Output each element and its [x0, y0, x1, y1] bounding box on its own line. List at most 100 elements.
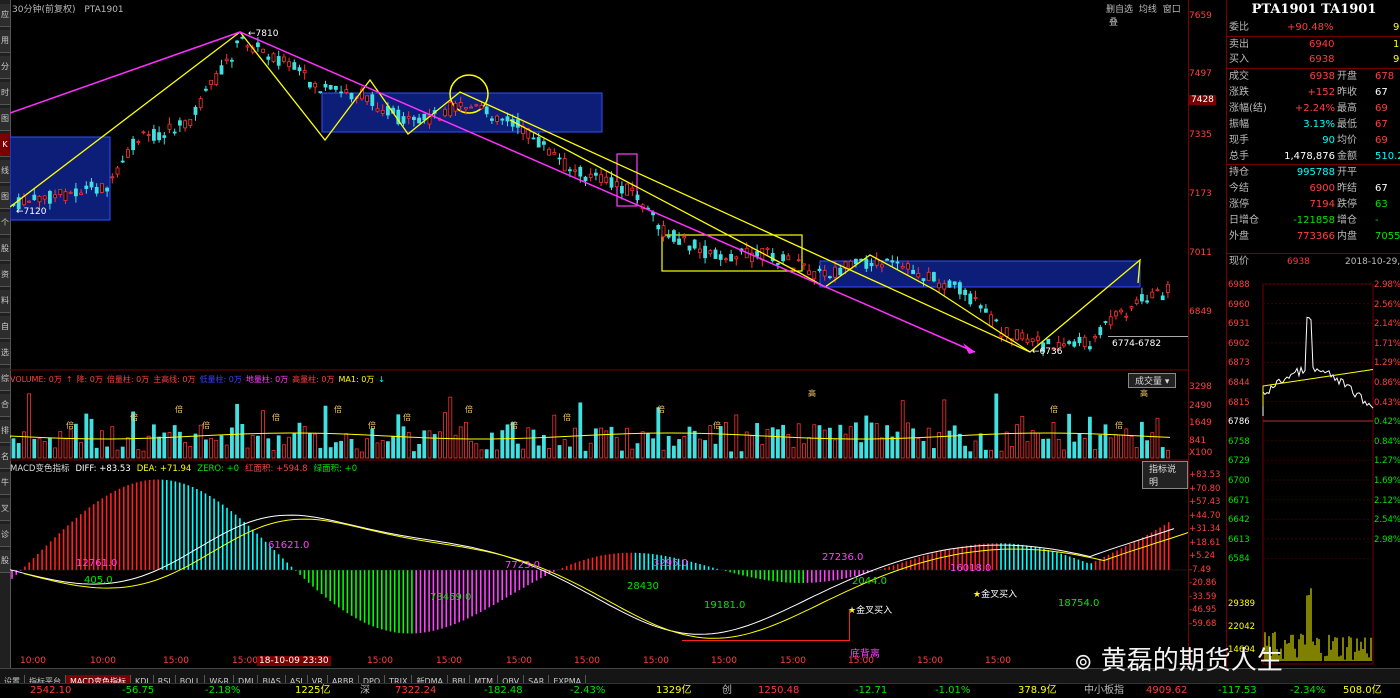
kline-svg[interactable] — [9, 0, 1189, 668]
macd-tick: -59.68 — [1189, 618, 1217, 629]
quote-value: 69 — [1375, 103, 1388, 114]
left-tab[interactable]: 个 — [0, 212, 10, 235]
volume-bar — [521, 448, 526, 459]
left-tab[interactable]: 名 — [0, 446, 10, 469]
volume-bar — [583, 450, 588, 459]
overlay-button[interactable]: 叠 — [1109, 18, 1118, 28]
left-tab[interactable]: 应 — [0, 4, 10, 27]
volume-bar — [770, 427, 775, 459]
candle-body — [1062, 343, 1066, 347]
volume-bar — [157, 436, 162, 459]
index-c-turnover: 378.9亿 — [1018, 685, 1057, 696]
macd-label-d: 73459.0 — [430, 592, 472, 603]
left-tab[interactable]: 线 — [0, 160, 10, 183]
mini-pct-tick: 0.86% — [1374, 378, 1400, 388]
candle-body — [422, 113, 427, 121]
volume-bar — [677, 439, 681, 459]
candle-body — [1140, 294, 1144, 302]
left-tab[interactable]: 排 — [0, 420, 10, 443]
quote-label: 持仓 — [1229, 167, 1249, 178]
volume-mark: 高 — [1140, 389, 1148, 398]
quote-label: 外盘 — [1229, 231, 1249, 242]
volume-bar — [713, 443, 718, 459]
volume-bar — [802, 443, 806, 459]
index-d-change: -117.53 — [1218, 685, 1257, 696]
volume-bar — [58, 431, 63, 459]
candle-body — [838, 267, 843, 276]
volume-bar — [542, 434, 546, 459]
left-tab[interactable]: 股 — [0, 550, 10, 573]
volume-bar — [240, 423, 245, 459]
volume-bar — [661, 449, 666, 459]
main-chart-area[interactable]: 30分钟(前复权) PTA1901 删自选 均线 窗口 叠 ←7810 ←712… — [9, 0, 1189, 668]
candle-body — [713, 249, 718, 259]
left-tab[interactable]: 分 — [0, 56, 10, 79]
mini-price-tick: 6584 — [1228, 554, 1250, 565]
volume-bar — [651, 438, 655, 459]
volume-mark: 倍 — [713, 421, 721, 430]
volume-bar — [557, 445, 562, 459]
indicator-help-button[interactable]: 指标说明 — [1142, 461, 1188, 489]
left-tab[interactable]: 股 — [0, 238, 10, 261]
candle-body — [1046, 338, 1051, 345]
remove-watchlist-button[interactable]: 删自选 — [1106, 5, 1133, 15]
candle-body — [365, 95, 370, 102]
quote-value: 63 — [1375, 199, 1388, 210]
volume-bar — [1077, 433, 1082, 459]
volume-bar — [973, 440, 978, 459]
left-tab[interactable]: 用 — [0, 30, 10, 53]
candle-body — [505, 116, 510, 122]
mini-price-tick: 6873 — [1228, 358, 1250, 369]
left-tab[interactable]: 合 — [0, 394, 10, 417]
left-tab[interactable]: 选 — [0, 342, 10, 365]
quote-value: 1,478,876 — [1284, 151, 1335, 162]
quote-panel: PTA1901 TA1901 委比 +90.48% 9 卖出 6940 1 买入… — [1226, 0, 1400, 668]
volume-bar — [255, 435, 260, 459]
volume-bar — [958, 433, 962, 459]
left-tab[interactable]: K — [0, 134, 10, 157]
left-tab[interactable]: 牛 — [0, 472, 10, 495]
volume-bar — [817, 425, 822, 459]
candle-body — [1129, 306, 1134, 309]
candle-body — [734, 256, 739, 260]
candle-body — [1098, 327, 1103, 336]
candle-body — [937, 282, 941, 289]
volume-bar — [698, 438, 702, 459]
volume-bar — [209, 437, 214, 459]
window-button[interactable]: 窗口 — [1163, 5, 1181, 15]
left-tab[interactable]: 叉 — [0, 498, 10, 521]
time-tick: 15:00 — [506, 656, 532, 666]
candle-body — [978, 305, 983, 309]
candle-body — [58, 189, 63, 195]
volume-bar — [1051, 422, 1056, 459]
volume-select[interactable]: 成交量 ▾ — [1128, 373, 1177, 388]
left-tab[interactable]: 综 — [0, 368, 10, 391]
volume-bar — [177, 431, 182, 459]
quote-value: 773366 — [1296, 231, 1335, 242]
candle-body — [89, 181, 94, 188]
index-b-label: 深 — [360, 685, 370, 696]
mini-pct-tick: 2.14% — [1374, 319, 1400, 330]
divergence-line-v — [849, 610, 850, 641]
symbol-label: PTA1901 — [84, 5, 124, 15]
left-tab[interactable]: 时 — [0, 82, 10, 105]
volume-bar — [1067, 413, 1071, 459]
left-tab[interactable]: 资 — [0, 264, 10, 287]
left-tab[interactable]: 料 — [0, 290, 10, 313]
candle-body — [1020, 332, 1025, 340]
volume-bar — [271, 450, 276, 459]
ma-button[interactable]: 均线 — [1139, 5, 1157, 15]
left-tab[interactable]: 图 — [0, 186, 10, 209]
left-tab[interactable]: 图 — [0, 108, 10, 131]
volume-bar — [219, 435, 224, 459]
price-tick: 7011 — [1189, 248, 1212, 258]
candle-body — [344, 89, 349, 94]
volume-bar — [1062, 449, 1066, 459]
left-tab[interactable]: 诊 — [0, 524, 10, 547]
left-tab[interactable]: 自 — [0, 316, 10, 339]
quote-label: 昨结 — [1337, 183, 1357, 194]
volume-mark: 倍 — [334, 405, 342, 414]
volume-bar — [926, 427, 931, 459]
candle-body — [864, 258, 869, 269]
candle-body — [380, 109, 385, 114]
